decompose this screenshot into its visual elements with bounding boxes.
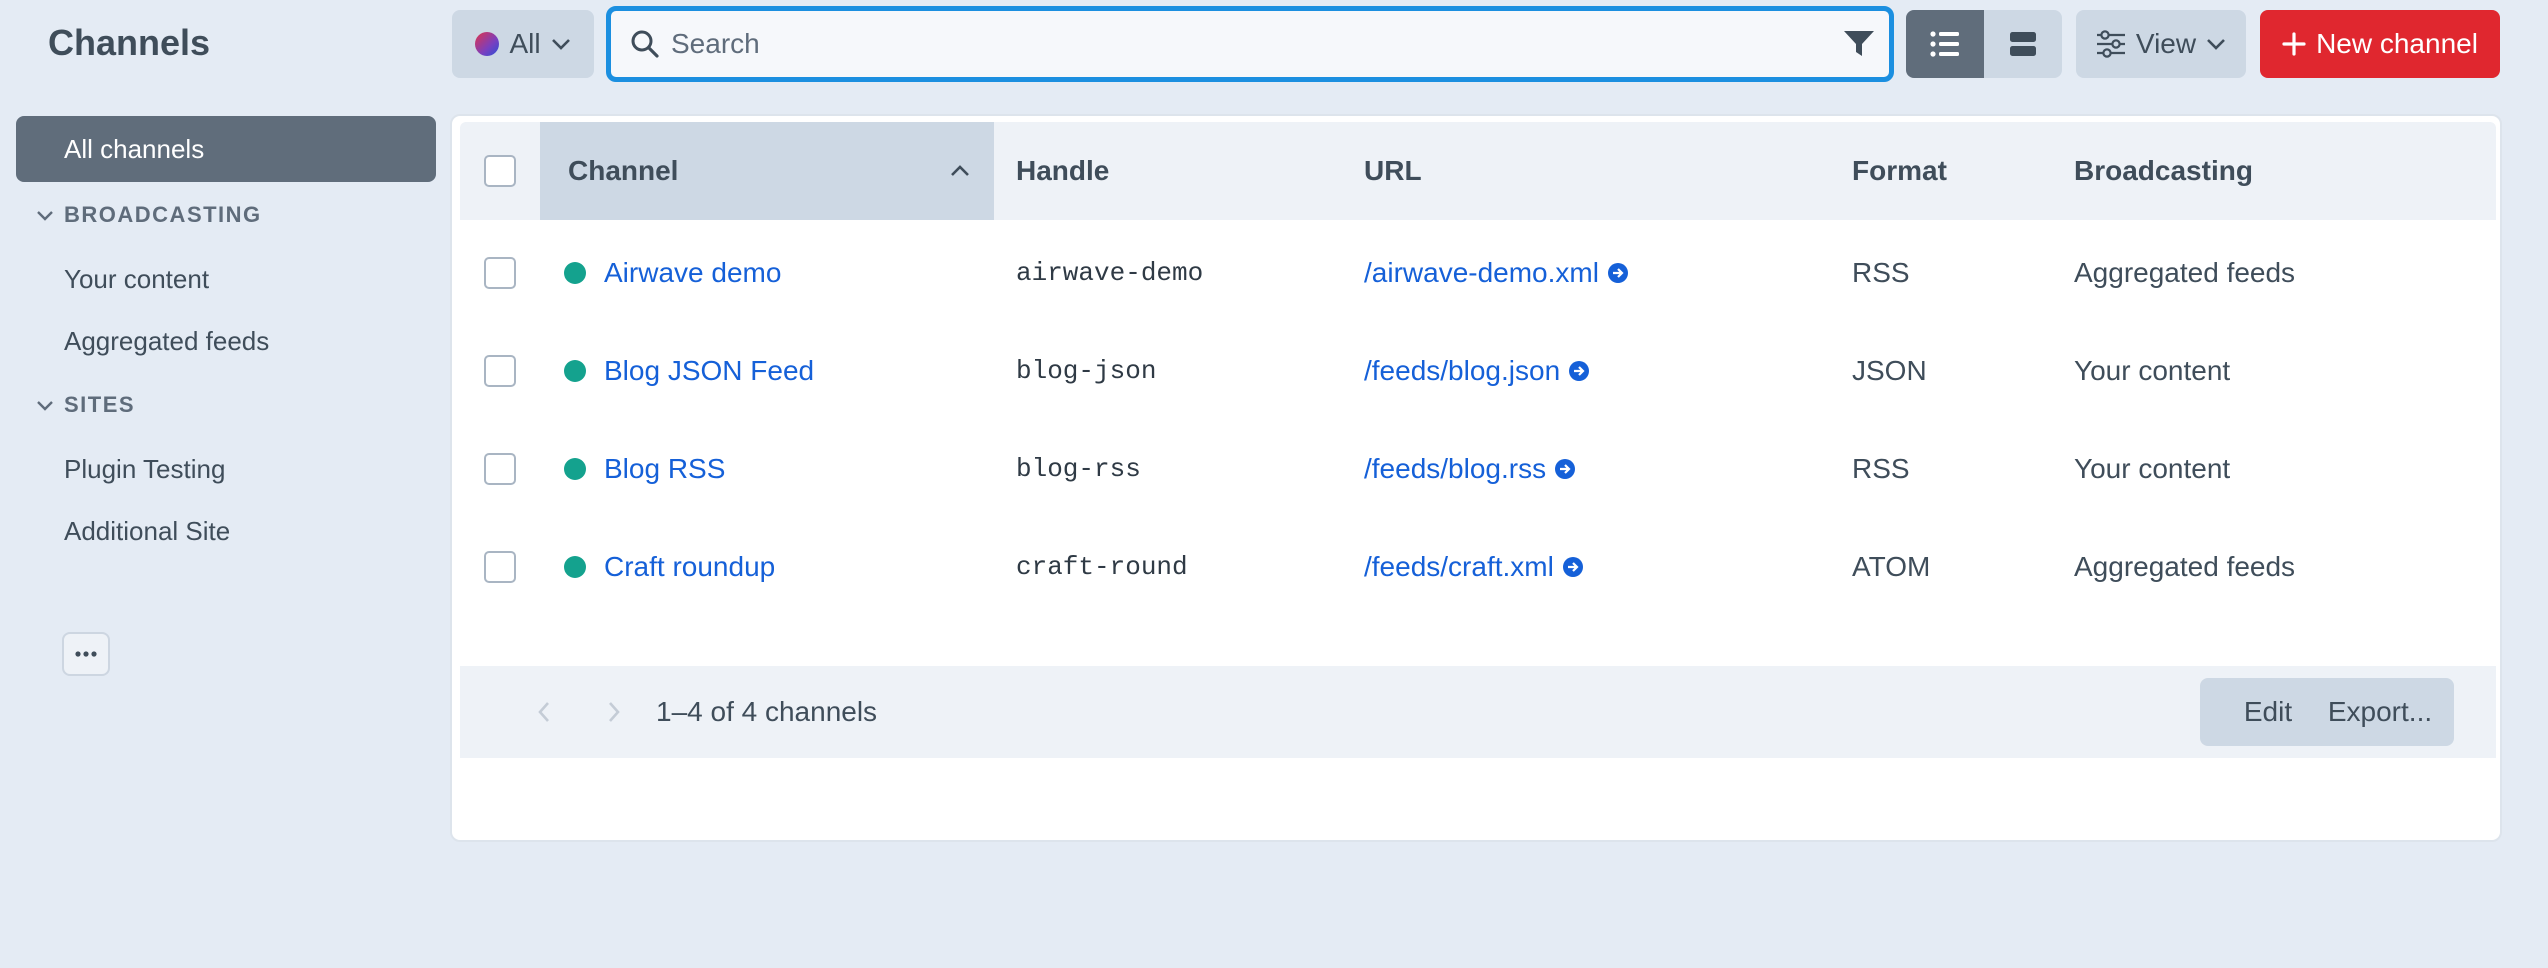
channel-handle: blog-rss [1016, 454, 1141, 484]
site-menu-button[interactable]: All [452, 10, 594, 78]
structure-view-button[interactable] [1984, 10, 2062, 78]
sidebar-item-your-content[interactable]: Your content [16, 248, 436, 310]
pagination-count: 1–4 of 4 channels [656, 696, 878, 727]
ellipsis-icon [75, 651, 97, 657]
arrow-circle-right-icon[interactable] [1554, 458, 1576, 480]
channel-name-link[interactable]: Blog RSS [604, 453, 725, 485]
new-channel-button[interactable]: New channel [2260, 10, 2500, 78]
column-header-label: URL [1364, 155, 1422, 186]
row-checkbox[interactable] [484, 257, 516, 289]
sidebar-more-button[interactable] [62, 632, 110, 676]
sidebar-item-plugin-testing[interactable]: Plugin Testing [16, 438, 436, 500]
channels-table-panel: Channel Handle URL Format Broadcasting A… [450, 114, 2502, 842]
plus-icon [2282, 32, 2306, 56]
list-view-icon [1930, 31, 1959, 57]
channel-format: RSS [1852, 453, 1910, 484]
next-page-icon[interactable] [596, 694, 632, 730]
column-header-broadcasting[interactable]: Broadcasting [2074, 122, 2474, 220]
channel-broadcasting: Aggregated feeds [2074, 257, 2296, 288]
sidebar: All channels BROADCASTING Your content A… [16, 116, 436, 562]
channel-name-link[interactable]: Blog JSON Feed [604, 355, 814, 387]
chevron-down-icon [26, 205, 64, 225]
channel-handle: blog-json [1016, 356, 1157, 386]
select-all-checkbox[interactable] [484, 155, 516, 187]
table-row: Airwave demo airwave-demo /airwave-demo.… [460, 224, 2496, 322]
sidebar-item-all-channels[interactable]: All channels [16, 116, 436, 182]
filter-icon[interactable] [1829, 29, 1889, 59]
channel-format: RSS [1852, 257, 1910, 288]
status-enabled-icon [564, 360, 586, 382]
sidebar-heading-broadcasting[interactable]: BROADCASTING [16, 182, 436, 248]
sidebar-heading-label: SITES [64, 392, 136, 417]
new-channel-label: New channel [2316, 28, 2478, 59]
page-title: Channels [48, 22, 211, 63]
channel-handle: craft-round [1016, 552, 1188, 582]
status-enabled-icon [564, 458, 586, 480]
channel-url-link[interactable]: /airwave-demo.xml [1364, 257, 1599, 289]
table-footer: 1–4 of 4 channels Edit Export... [460, 666, 2496, 758]
arrow-circle-right-icon[interactable] [1607, 262, 1629, 284]
table-row: Blog RSS blog-rss /feeds/blog.rss RSS Yo… [460, 420, 2496, 518]
channel-name-link[interactable]: Craft roundup [604, 551, 775, 583]
table-row: Craft roundup craft-round /feeds/craft.x… [460, 518, 2496, 616]
view-settings-label: View [2135, 28, 2197, 59]
column-header-label: Channel [568, 155, 679, 186]
status-enabled-icon [564, 262, 586, 284]
channel-url-link[interactable]: /feeds/blog.rss [1364, 453, 1546, 485]
channel-url-link[interactable]: /feeds/craft.xml [1364, 551, 1554, 583]
channel-broadcasting: Your content [2074, 453, 2231, 484]
channel-format: ATOM [1852, 551, 1931, 582]
search-input[interactable] [665, 28, 1829, 60]
export-button[interactable]: Export... [2306, 678, 2454, 746]
column-header-label: Format [1852, 155, 1947, 186]
row-checkbox[interactable] [484, 551, 516, 583]
sidebar-heading-label: BROADCASTING [64, 202, 262, 227]
table-header: Channel Handle URL Format Broadcasting [460, 122, 2496, 220]
table-row: Blog JSON Feed blog-json /feeds/blog.jso… [460, 322, 2496, 420]
column-header-handle[interactable]: Handle [1016, 122, 1336, 220]
channel-name-link[interactable]: Airwave demo [604, 257, 781, 289]
site-icon [475, 32, 500, 56]
channel-broadcasting: Your content [2074, 355, 2231, 386]
view-settings-button[interactable]: View [2076, 10, 2246, 78]
channel-format: JSON [1852, 355, 1927, 386]
chevron-up-icon [951, 165, 969, 176]
search-icon [611, 29, 665, 59]
column-header-channel[interactable]: Channel [540, 122, 994, 220]
chevron-down-icon [26, 395, 64, 415]
row-checkbox[interactable] [484, 355, 516, 387]
chevron-down-icon [551, 39, 570, 50]
list-view-button[interactable] [1906, 10, 1984, 78]
sliders-icon [2096, 30, 2125, 58]
site-menu-label: All [509, 28, 541, 59]
sidebar-heading-sites[interactable]: SITES [16, 372, 436, 438]
arrow-circle-right-icon[interactable] [1562, 556, 1584, 578]
chevron-down-icon [2207, 39, 2226, 50]
structure-view-icon [2010, 32, 2036, 56]
sidebar-item-aggregated-feeds[interactable]: Aggregated feeds [16, 310, 436, 372]
row-checkbox[interactable] [484, 453, 516, 485]
column-header-url[interactable]: URL [1364, 122, 1824, 220]
column-header-format[interactable]: Format [1852, 122, 2042, 220]
status-enabled-icon [564, 556, 586, 578]
search-box [606, 6, 1894, 82]
channel-broadcasting: Aggregated feeds [2074, 551, 2296, 582]
column-header-label: Broadcasting [2074, 155, 2253, 186]
sidebar-item-additional-site[interactable]: Additional Site [16, 500, 436, 562]
column-header-label: Handle [1016, 155, 1110, 186]
channel-handle: airwave-demo [1016, 258, 1204, 288]
prev-page-icon[interactable] [526, 694, 562, 730]
arrow-circle-right-icon[interactable] [1568, 360, 1590, 382]
channel-url-link[interactable]: /feeds/blog.json [1364, 355, 1560, 387]
